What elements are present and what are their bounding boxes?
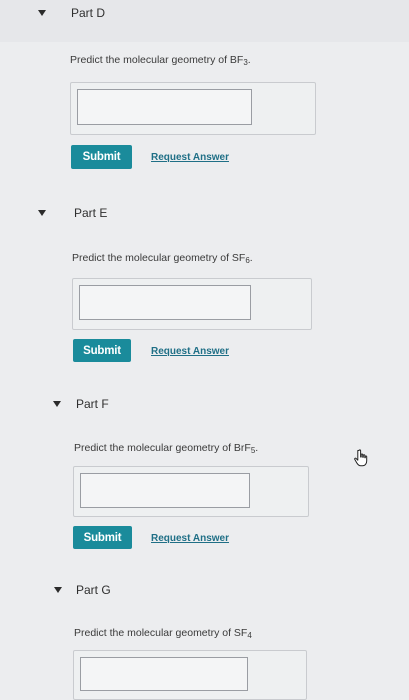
part-e-request-answer-link[interactable]: Request Answer xyxy=(151,346,229,357)
part-d-prompt: Predict the molecular geometry of BF3. xyxy=(70,54,251,67)
part-f-request-answer-link[interactable]: Request Answer xyxy=(151,533,229,544)
caret-down-icon[interactable] xyxy=(38,210,46,216)
part-g-answer-input[interactable] xyxy=(80,657,248,691)
part-d-answer-input[interactable] xyxy=(77,89,252,125)
part-e-header[interactable]: Part E xyxy=(0,198,409,228)
part-g-answer-panel xyxy=(73,650,307,700)
part-d-title: Part D xyxy=(71,6,106,20)
part-g-prompt: Predict the molecular geometry of SF4 xyxy=(74,627,252,640)
part-e-prompt: Predict the molecular geometry of SF6. xyxy=(72,252,253,265)
hand-pointer-icon xyxy=(354,449,368,467)
part-d-submit-button[interactable]: Submit xyxy=(71,145,132,169)
part-e-title: Part E xyxy=(74,206,108,220)
part-d-answer-panel xyxy=(70,82,316,135)
part-d-header[interactable]: Part D xyxy=(0,0,409,42)
part-g-title: Part G xyxy=(76,583,111,597)
caret-down-icon[interactable] xyxy=(38,10,46,16)
part-e-answer-input[interactable] xyxy=(79,285,251,320)
part-f-answer-input[interactable] xyxy=(80,473,250,508)
part-f-answer-panel xyxy=(73,466,309,517)
part-e-answer-panel xyxy=(72,278,312,330)
part-g-header[interactable]: Part G xyxy=(0,575,409,605)
caret-down-icon[interactable] xyxy=(54,587,62,593)
part-f-prompt: Predict the molecular geometry of BrF5. xyxy=(74,442,259,455)
part-f-submit-button[interactable]: Submit xyxy=(73,526,132,549)
part-f-title: Part F xyxy=(76,397,109,411)
part-f-header[interactable]: Part F xyxy=(0,390,409,420)
caret-down-icon[interactable] xyxy=(53,401,61,407)
part-d-request-answer-link[interactable]: Request Answer xyxy=(151,152,229,163)
part-e-submit-button[interactable]: Submit xyxy=(73,339,131,362)
